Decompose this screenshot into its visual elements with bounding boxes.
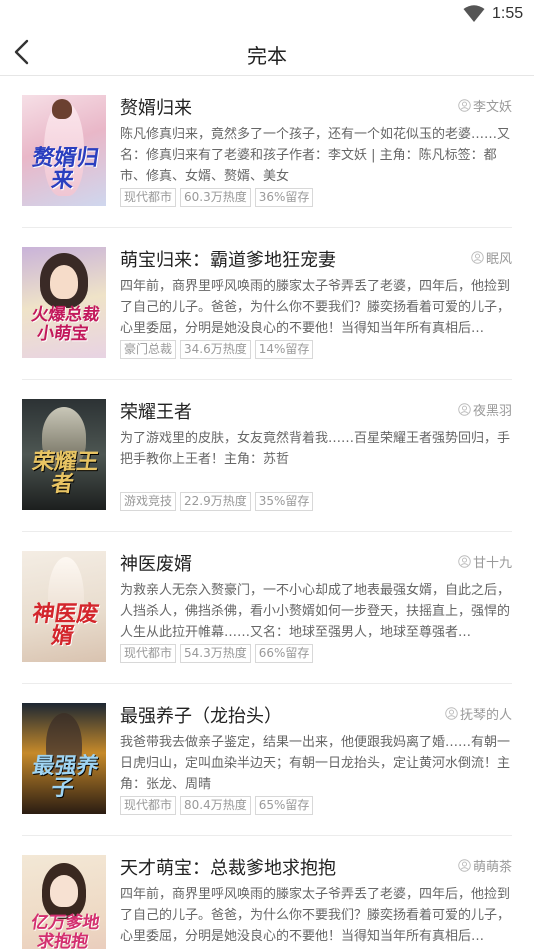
book-description: 四年前，商界里呼风唤雨的滕家太子爷弄丢了老婆，四年后，他捡到了自己的儿子。爸爸，… <box>120 887 511 944</box>
popularity-tag: 80.4万热度 <box>180 796 251 815</box>
book-description: 四年前，商界里呼风唤雨的滕家太子爷弄丢了老婆，四年后，他捡到了自己的儿子。爸爸，… <box>120 279 511 336</box>
author-name: 李文妖 <box>472 100 512 115</box>
author-name: 萌萌茶 <box>472 860 512 875</box>
wifi-icon <box>463 5 485 22</box>
book-cover[interactable]: 神医废婿 <box>22 551 106 662</box>
retention-tag: 35%留存 <box>254 492 314 511</box>
book-list-item[interactable]: 神医废婿 神医废婿 甘十九 为救亲人无奈入赘豪门，一不小心却成了地表最强女婿，自… <box>0 532 534 684</box>
cover-title: 荣耀王者 <box>30 450 101 497</box>
book-title: 神医废婿 <box>120 554 192 575</box>
book-author: 眠风 <box>471 248 512 267</box>
book-title: 天才萌宝：总裁爹地求抱抱 <box>120 858 336 879</box>
category-tag: 现代都市 <box>120 644 177 663</box>
cover-title: 赘婿归来 <box>30 146 101 193</box>
book-tags: 游戏竞技 22.9万热度 35%留存 <box>120 492 314 511</box>
book-author: 萌萌茶 <box>458 856 512 875</box>
author-icon <box>458 403 471 416</box>
book-description: 陈凡修真归来，竟然多了一个孩子，还有一个如花似玉的老婆……又名：修真归来有了老婆… <box>120 127 511 184</box>
book-cover[interactable]: 赘婿归来 <box>22 95 106 206</box>
book-list-item[interactable]: 火爆总裁小萌宝 萌宝归来：霸道爹地狂宠妻 眠风 四年前，商界里呼风唤雨的滕家太子… <box>0 228 534 380</box>
book-author: 抚琴的人 <box>445 704 512 723</box>
page-title: 完本 <box>247 44 287 68</box>
author-icon <box>458 859 471 872</box>
cover-title: 神医废婿 <box>30 602 101 649</box>
book-tags: 豪门总裁 34.6万热度 14%留存 <box>120 340 314 359</box>
retention-tag: 14%留存 <box>254 340 314 359</box>
book-list-item[interactable]: 赘婿归来 赘婿归来 李文妖 陈凡修真归来，竟然多了一个孩子，还有一个如花似玉的老… <box>0 76 534 228</box>
book-cover[interactable]: 亿万爹地求抱抱 <box>22 855 106 949</box>
retention-tag: 66%留存 <box>254 644 314 663</box>
cover-title: 亿万爹地求抱抱 <box>30 913 101 949</box>
author-icon <box>445 707 458 720</box>
book-title: 萌宝归来：霸道爹地狂宠妻 <box>120 250 336 271</box>
book-author: 甘十九 <box>458 552 512 571</box>
author-name: 抚琴的人 <box>459 708 512 723</box>
book-description: 为救亲人无奈入赘豪门，一不小心却成了地表最强女婿，自此之后，人挡杀人，佛挡杀佛，… <box>120 583 511 640</box>
retention-tag: 65%留存 <box>254 796 314 815</box>
retention-tag: 36%留存 <box>254 188 314 207</box>
author-icon <box>471 251 484 264</box>
book-list-item[interactable]: 亿万爹地求抱抱 天才萌宝：总裁爹地求抱抱 萌萌茶 四年前，商界里呼风唤雨的滕家太… <box>0 836 534 949</box>
category-tag: 豪门总裁 <box>120 340 177 359</box>
book-tags: 现代都市 80.4万热度 65%留存 <box>120 796 314 815</box>
book-description: 我爸带我去做亲子鉴定，结果一出来，他便跟我妈离了婚……有朝一日虎归山，定叫血染半… <box>120 735 511 792</box>
popularity-tag: 22.9万热度 <box>180 492 251 511</box>
book-title: 最强养子（龙抬头） <box>120 706 282 727</box>
cover-title: 最强养子 <box>30 754 101 801</box>
book-title: 赘婿归来 <box>120 98 192 119</box>
author-name: 甘十九 <box>472 556 512 571</box>
book-cover[interactable]: 最强养子 <box>22 703 106 814</box>
book-list: 赘婿归来 赘婿归来 李文妖 陈凡修真归来，竟然多了一个孩子，还有一个如花似玉的老… <box>0 76 534 949</box>
category-tag: 现代都市 <box>120 796 177 815</box>
nav-bar: 完本 <box>0 30 534 76</box>
popularity-tag: 60.3万热度 <box>180 188 251 207</box>
status-bar: 1:55 <box>0 0 534 30</box>
popularity-tag: 34.6万热度 <box>180 340 251 359</box>
book-tags: 现代都市 54.3万热度 66%留存 <box>120 644 314 663</box>
category-tag: 现代都市 <box>120 188 177 207</box>
popularity-tag: 54.3万热度 <box>180 644 251 663</box>
author-icon <box>458 555 471 568</box>
book-list-item[interactable]: 最强养子 最强养子（龙抬头） 抚琴的人 我爸带我去做亲子鉴定，结果一出来，他便跟… <box>0 684 534 836</box>
cover-title: 火爆总裁小萌宝 <box>30 305 101 344</box>
status-time: 1:55 <box>492 5 524 22</box>
author-name: 夜黑羽 <box>472 404 512 419</box>
book-cover[interactable]: 荣耀王者 <box>22 399 106 510</box>
book-author: 夜黑羽 <box>458 400 512 419</box>
book-title: 荣耀王者 <box>120 402 192 423</box>
author-name: 眠风 <box>485 252 512 267</box>
author-icon <box>458 99 471 112</box>
book-description: 为了游戏里的皮肤，女友竟然背着我……百星荣耀王者强势回归，手把手教你上王者！主角… <box>120 431 511 467</box>
book-cover[interactable]: 火爆总裁小萌宝 <box>22 247 106 358</box>
book-tags: 现代都市 60.3万热度 36%留存 <box>120 188 314 207</box>
book-author: 李文妖 <box>458 96 512 115</box>
book-list-item[interactable]: 荣耀王者 荣耀王者 夜黑羽 为了游戏里的皮肤，女友竟然背着我……百星荣耀王者强势… <box>0 380 534 532</box>
category-tag: 游戏竞技 <box>120 492 177 511</box>
